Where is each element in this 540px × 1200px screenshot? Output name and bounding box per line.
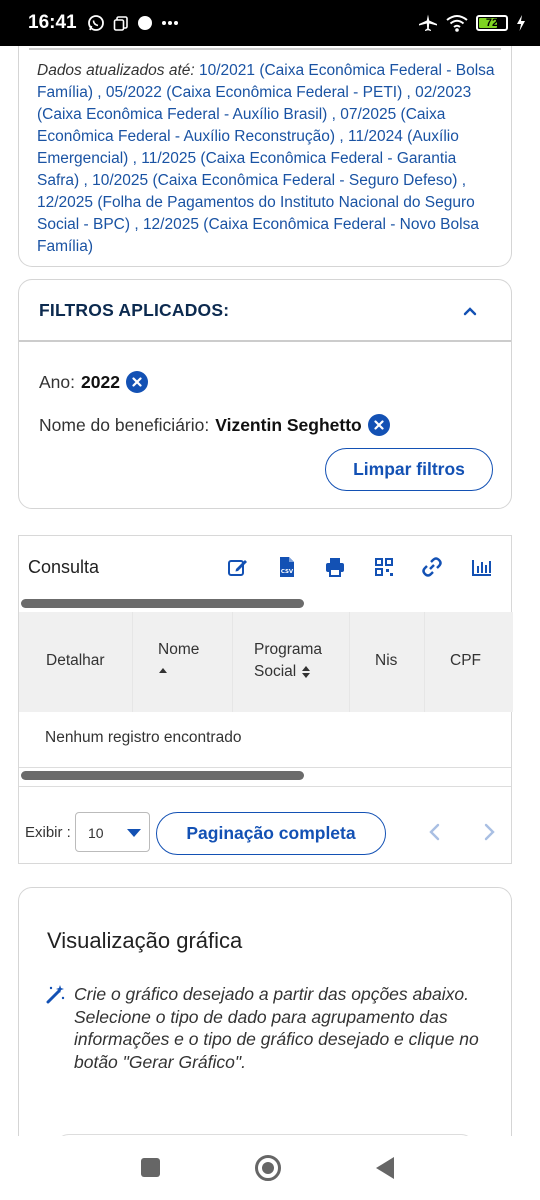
battery-level: 72 [485, 17, 499, 29]
caret-down-icon [127, 829, 141, 837]
magic-wand-icon [46, 985, 65, 1004]
column-header-detalhar: Detalhar [46, 652, 105, 669]
divider [19, 786, 511, 787]
status-system: 72 [418, 13, 526, 33]
edit-icon[interactable] [227, 556, 249, 578]
update-info-card: Dados atualizados até: 10/2021 (Caixa Ec… [18, 46, 512, 267]
filter-beneficiary-label: Nome do beneficiário: [39, 414, 210, 435]
chart-instructions-line1: Crie o gráfico desejado a partir das opç… [74, 984, 469, 1004]
column-separator [132, 612, 133, 712]
chart-instructions-line2: Selecione o tipo de dado para agrupament… [74, 1006, 479, 1072]
sort-up-icon [159, 668, 167, 673]
dot-icon [137, 16, 152, 30]
remove-filter-beneficiary-button[interactable] [367, 414, 390, 436]
filter-beneficiary: Nome do beneficiário: Vizentin Seghetto [39, 414, 390, 436]
svg-text:CSV: CSV [281, 569, 294, 575]
print-icon[interactable] [324, 556, 346, 578]
clear-filters-button[interactable]: Limpar filtros [325, 448, 493, 491]
column-header-cpf: CPF [450, 652, 481, 669]
close-icon [374, 420, 384, 430]
scrollbar-thumb[interactable] [21, 771, 304, 780]
chart-visualization-card: Visualização gráfica Crie o gráfico dese… [18, 887, 512, 1136]
full-pagination-button[interactable]: Paginação completa [156, 812, 386, 855]
column-header-nis: Nis [375, 652, 398, 669]
column-separator [349, 612, 350, 712]
filter-year: Ano: 2022 [39, 371, 148, 393]
page-content: Dados atualizados até: 10/2021 (Caixa Ec… [0, 46, 540, 1136]
table-header: Detalhar Nome Programa Social Nis CPF [19, 612, 513, 712]
qr-code-icon[interactable] [373, 556, 395, 578]
chevron-left-icon[interactable] [427, 823, 443, 841]
more-icon [161, 21, 178, 25]
filter-year-value: 2022 [81, 371, 120, 392]
copy-icon [113, 16, 128, 31]
table-scrollbar-bottom[interactable] [19, 768, 513, 782]
page-size-select[interactable]: 10 [75, 812, 150, 852]
empty-message: Nenhum registro encontrado [45, 729, 242, 746]
whatsapp-icon [87, 15, 104, 31]
filter-year-label: Ano: [39, 371, 75, 392]
chart-icon[interactable] [471, 556, 493, 578]
update-info-label: Dados atualizados até: [37, 62, 195, 79]
consulta-title: Consulta [28, 557, 100, 577]
page-size-value: 10 [88, 825, 104, 841]
scrollbar-thumb[interactable] [21, 599, 304, 608]
column-separator [424, 612, 425, 712]
battery-indicator: 72 [476, 15, 508, 31]
column-header-nome-label: Nome [158, 641, 200, 658]
divider [19, 340, 511, 342]
applied-filters-card: FILTROS APLICADOS: Ano: 2022 Nome do ben… [18, 279, 512, 509]
table-scrollbar-top[interactable] [19, 596, 513, 610]
divider [29, 48, 501, 50]
close-icon [132, 377, 142, 387]
column-header-programa-social[interactable]: Programa Social [254, 639, 322, 683]
update-info-text: Dados atualizados até: 10/2021 (Caixa Ec… [37, 60, 499, 258]
remove-filter-year-button[interactable] [125, 371, 148, 393]
chart-section-title: Visualização gráfica [47, 928, 243, 953]
chart-instructions: Crie o gráfico desejado a partir das opç… [74, 983, 494, 1073]
recent-apps-button[interactable] [141, 1158, 160, 1177]
csv-file-icon[interactable]: CSV [276, 556, 298, 578]
column-separator [232, 612, 233, 712]
link-icon[interactable] [421, 556, 443, 578]
filter-beneficiary-value: Vizentin Seghetto [215, 414, 362, 435]
column-header-programa-line1: Programa [254, 641, 323, 658]
sort-icon [302, 666, 311, 678]
chevron-up-icon[interactable] [463, 304, 477, 318]
navigation-bar [0, 1136, 540, 1200]
back-button[interactable] [376, 1157, 394, 1179]
wifi-icon [446, 15, 468, 32]
page-size-label: Exibir : [25, 824, 71, 841]
consulta-card: Consulta CSV Detalhar Nome Programa Soci… [18, 535, 513, 864]
status-notifications [87, 14, 179, 32]
airplane-icon [419, 14, 437, 31]
status-time: 16:41 [28, 12, 77, 33]
home-button[interactable] [255, 1155, 281, 1181]
column-header-programa-line2: Social [254, 663, 297, 680]
charging-icon [517, 15, 525, 31]
status-bar: 16:41 72 [0, 0, 540, 46]
update-info-dates: 10/2021 (Caixa Econômica Federal - Bolsa… [37, 62, 495, 255]
column-header-nome[interactable]: Nome [158, 639, 199, 683]
chevron-right-icon[interactable] [481, 823, 497, 841]
filters-title: FILTROS APLICADOS: [39, 300, 230, 320]
